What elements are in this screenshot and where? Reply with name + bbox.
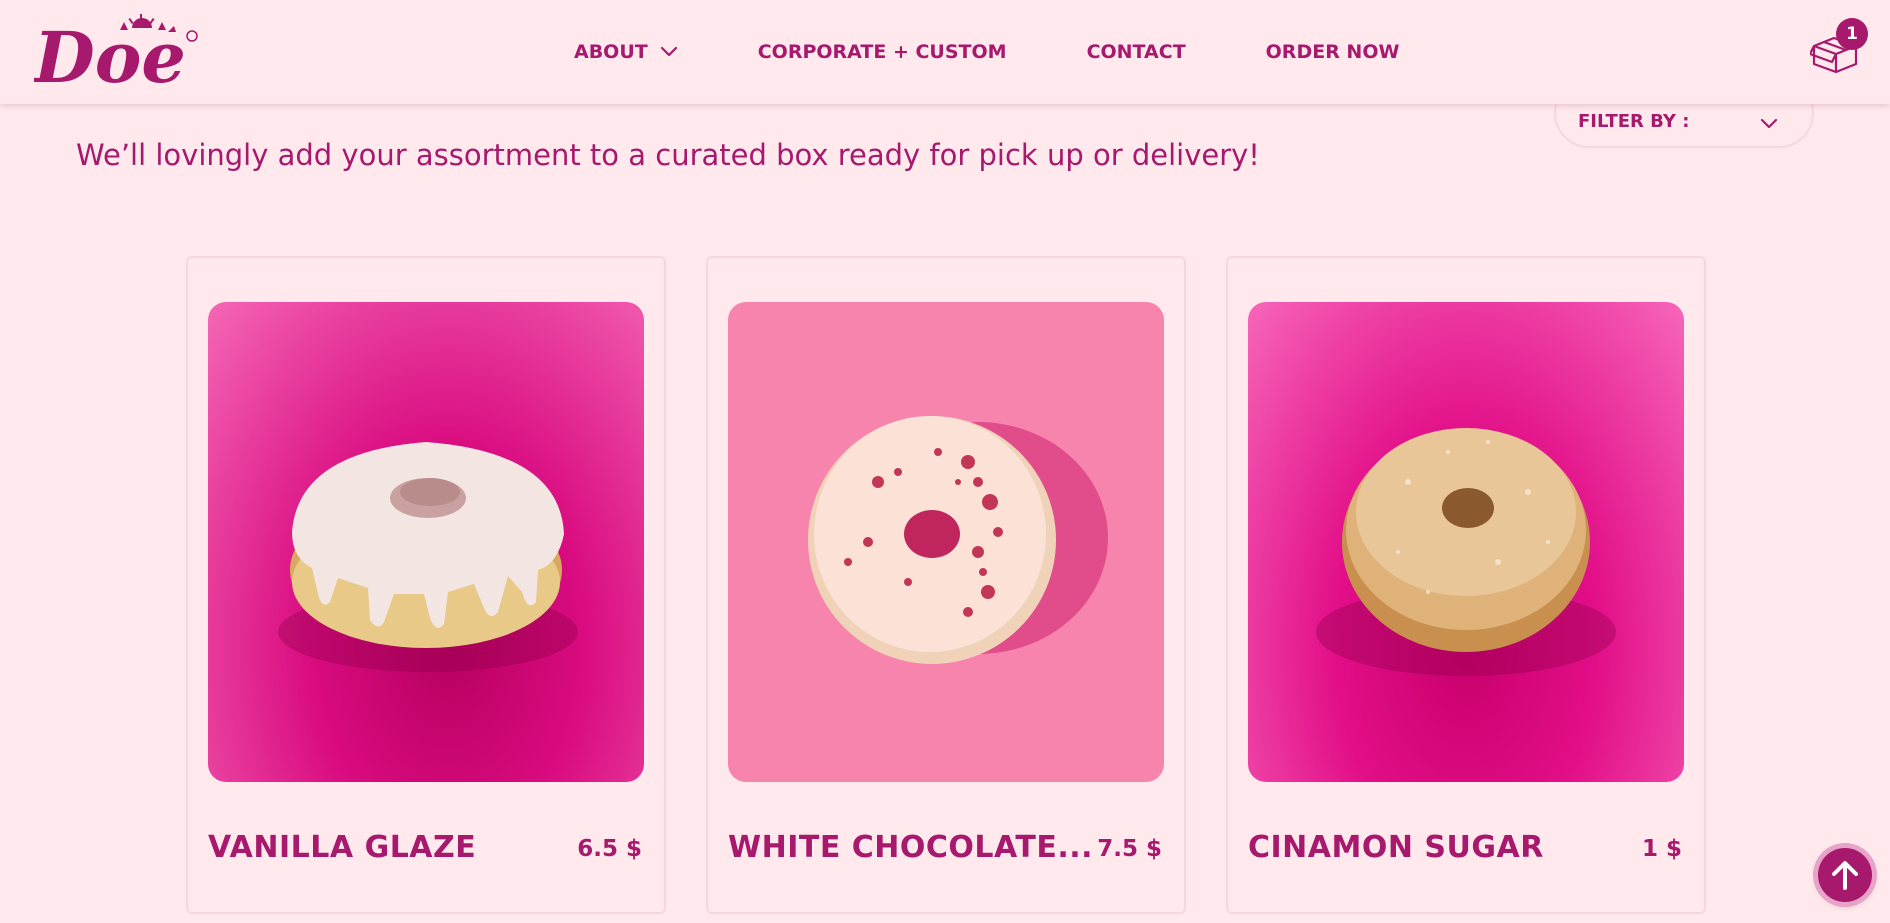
product-card[interactable]: WHITE CHOCOLATE... 7.5 $ <box>706 256 1186 914</box>
product-name[interactable]: VANILLA GLAZE <box>208 830 476 865</box>
top-navbar: Doe ABOUT CORPORATE + CUSTOM CONTACT ORD… <box>0 0 1890 104</box>
cart-count-badge: 1 <box>1836 18 1868 50</box>
product-price: 6.5 $ <box>577 836 642 862</box>
white-chocolate-donut-image <box>808 416 1108 664</box>
filter-label: FILTER BY : <box>1578 110 1690 132</box>
product-price: 1 $ <box>1641 836 1682 862</box>
nav-about-label: ABOUT <box>574 41 648 63</box>
product-name[interactable]: WHITE CHOCOLATE... <box>728 830 1093 865</box>
doe-logo[interactable]: Doe <box>32 14 202 99</box>
intro-text: We’ll lovingly add your assortment to a … <box>76 138 1260 172</box>
product-image[interactable] <box>1248 302 1684 782</box>
chevron-down-icon <box>1760 118 1778 129</box>
main-nav: ABOUT CORPORATE + CUSTOM CONTACT ORDER N… <box>574 0 1479 104</box>
product-name[interactable]: CINAMON SUGAR <box>1248 830 1544 865</box>
product-card[interactable]: VANILLA GLAZE 6.5 $ <box>186 256 666 914</box>
nav-order-now[interactable]: ORDER NOW <box>1266 41 1400 63</box>
nav-corporate-custom[interactable]: CORPORATE + CUSTOM <box>758 41 1007 63</box>
cinnamon-sugar-donut-image <box>1316 428 1616 676</box>
nav-about[interactable]: ABOUT <box>574 41 678 63</box>
product-image[interactable] <box>208 302 644 782</box>
product-card[interactable]: CINAMON SUGAR 1 $ <box>1226 256 1706 914</box>
chevron-down-icon <box>660 46 677 57</box>
vanilla-glaze-donut-image <box>278 442 578 672</box>
arrow-up-icon <box>1832 861 1858 890</box>
nav-contact[interactable]: CONTACT <box>1087 41 1186 63</box>
product-image[interactable] <box>728 302 1164 782</box>
scroll-to-top-button[interactable] <box>1818 848 1872 902</box>
product-price: 7.5 $ <box>1097 836 1162 862</box>
svg-text:Doe: Doe <box>34 16 186 90</box>
